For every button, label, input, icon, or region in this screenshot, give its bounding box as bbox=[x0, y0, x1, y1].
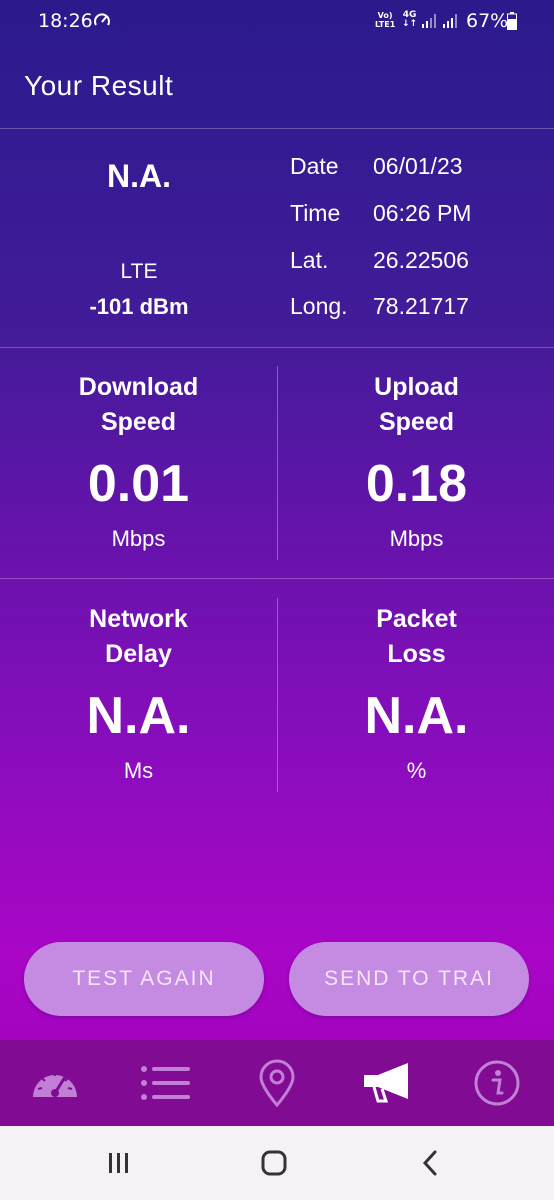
nav-map[interactable] bbox=[250, 1058, 304, 1108]
nav-speed-test[interactable] bbox=[28, 1058, 82, 1108]
time-label: Time bbox=[290, 200, 341, 226]
send-to-trai-button[interactable]: SEND TO TRAI bbox=[289, 942, 529, 1016]
packet-loss-metric: Packet Loss N.A. % bbox=[278, 602, 554, 784]
longitude-value: 78.21717 bbox=[373, 293, 469, 319]
divider bbox=[0, 128, 554, 129]
page-title: Your Result bbox=[24, 70, 174, 101]
status-bar: 18:26 Vo) LTE1 4G ↓↑ 67% bbox=[0, 0, 554, 44]
divider bbox=[0, 578, 554, 579]
upload-label-line2: Speed bbox=[378, 408, 455, 436]
upload-unit: Mbps bbox=[389, 526, 444, 551]
loss-value: N.A. bbox=[364, 687, 469, 745]
test-again-button[interactable]: TEST AGAIN bbox=[24, 942, 264, 1016]
title-bar: Your Result bbox=[0, 44, 554, 128]
home-icon[interactable] bbox=[260, 1148, 290, 1178]
delay-label-line1: Network bbox=[89, 605, 188, 633]
battery-percent: 67% bbox=[466, 10, 509, 32]
delay-label-line2: Delay bbox=[105, 640, 172, 668]
divider bbox=[0, 347, 554, 348]
4g-indicator: 4G ↓↑ bbox=[402, 10, 418, 29]
download-unit: Mbps bbox=[111, 526, 166, 551]
download-value: 0.01 bbox=[87, 455, 190, 513]
nav-info[interactable] bbox=[470, 1058, 524, 1108]
delay-value: N.A. bbox=[86, 687, 191, 745]
download-speed-metric: Download Speed 0.01 Mbps bbox=[0, 370, 277, 552]
battery-icon bbox=[507, 12, 517, 30]
info-icon bbox=[474, 1060, 520, 1106]
time-value: 06:26 PM bbox=[373, 200, 472, 226]
loss-unit: % bbox=[406, 758, 427, 783]
volte-indicator: Vo) LTE1 bbox=[375, 11, 396, 29]
bottom-nav bbox=[0, 1040, 554, 1126]
signal-icon-sim2 bbox=[443, 14, 457, 28]
app-screen: 18:26 Vo) LTE1 4G ↓↑ 67% Your Result N.A… bbox=[0, 0, 554, 1126]
list-icon bbox=[141, 1066, 190, 1100]
upload-speed-metric: Upload Speed 0.18 Mbps bbox=[278, 370, 554, 552]
loss-label-line2: Loss bbox=[387, 640, 446, 668]
latitude-label: Lat. bbox=[290, 247, 329, 273]
network-type: LTE bbox=[120, 260, 158, 283]
network-delay-metric: Network Delay N.A. Ms bbox=[0, 602, 277, 784]
upload-value: 0.18 bbox=[365, 455, 468, 513]
megaphone-icon bbox=[364, 1063, 408, 1103]
speedometer-icon bbox=[33, 1072, 77, 1097]
download-label-line2: Speed bbox=[100, 408, 177, 436]
operator-name: N.A. bbox=[107, 158, 171, 194]
date-label: Date bbox=[290, 153, 339, 179]
recent-apps-icon[interactable] bbox=[104, 1148, 134, 1178]
date-value: 06/01/23 bbox=[373, 153, 463, 179]
longitude-label: Long. bbox=[290, 293, 348, 319]
delay-unit: Ms bbox=[123, 758, 154, 783]
nav-complaint[interactable] bbox=[360, 1058, 414, 1108]
status-time: 18:26 bbox=[38, 10, 93, 32]
upload-label-line1: Upload bbox=[374, 373, 459, 401]
signal-strength: -101 dBm bbox=[89, 294, 189, 319]
speed-gauge-icon bbox=[94, 13, 110, 26]
signal-icon bbox=[422, 14, 436, 28]
loss-label-line1: Packet bbox=[376, 605, 457, 633]
system-nav-bar bbox=[0, 1126, 554, 1200]
latitude-value: 26.22506 bbox=[373, 247, 469, 273]
nav-history[interactable] bbox=[138, 1058, 192, 1108]
download-label-line1: Download bbox=[78, 373, 199, 401]
location-pin-icon bbox=[259, 1059, 295, 1107]
back-icon[interactable] bbox=[416, 1148, 446, 1178]
